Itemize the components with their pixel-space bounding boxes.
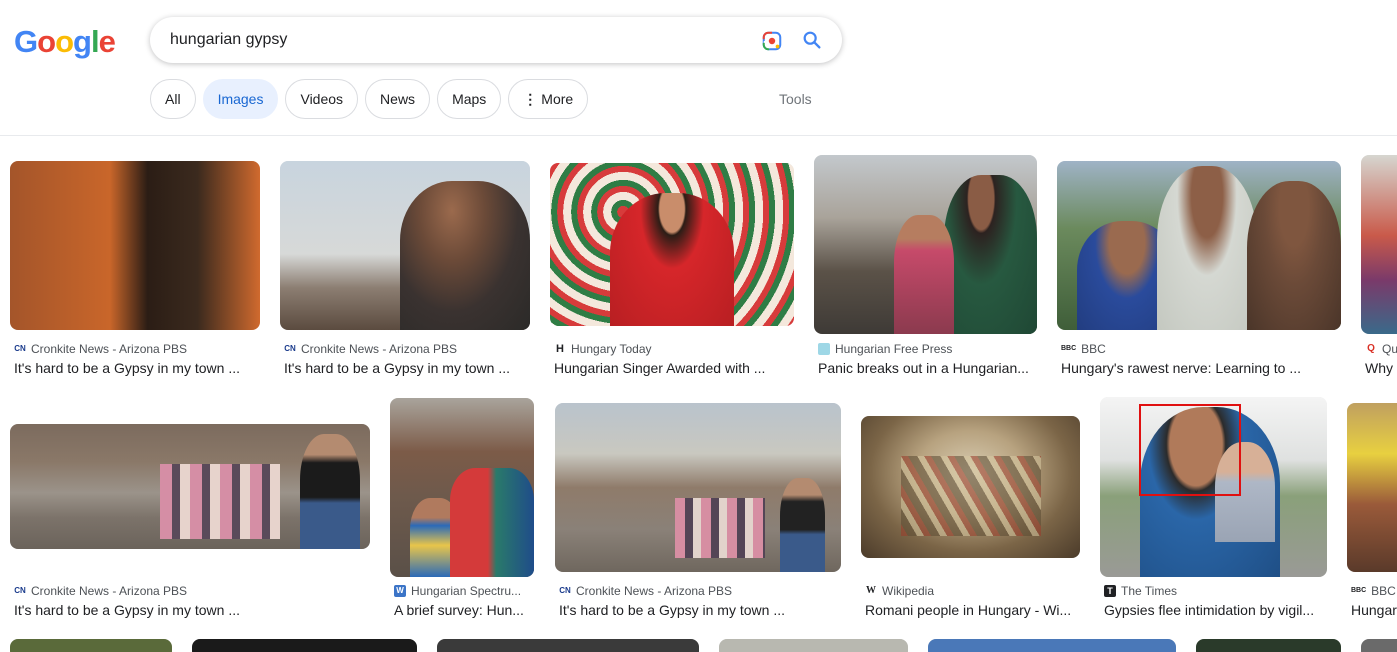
- result-source[interactable]: Hungarian Free Press: [818, 342, 1037, 356]
- tab-videos[interactable]: Videos: [285, 79, 359, 119]
- logo-letter: o: [37, 24, 56, 59]
- source-favicon-icon: BBC: [1351, 587, 1367, 594]
- source-favicon-icon: CN: [559, 586, 571, 595]
- source-favicon-icon: CN: [14, 344, 26, 353]
- google-lens-icon[interactable]: [761, 30, 783, 52]
- result-title[interactable]: It's hard to be a Gypsy in my town ...: [14, 360, 260, 376]
- image-result-thumbnail[interactable]: [814, 155, 1037, 334]
- search-tabs: All Images Videos News Maps ⋮ More: [150, 79, 589, 119]
- tab-label: All: [165, 91, 181, 107]
- tab-label: Images: [217, 91, 264, 107]
- tab-images[interactable]: Images: [202, 79, 279, 119]
- source-name: Qu: [1382, 342, 1397, 356]
- logo-letter: G: [14, 24, 38, 59]
- result-source[interactable]: CN Cronkite News - Arizona PBS: [559, 584, 841, 598]
- image-result-thumbnail[interactable]: [10, 161, 260, 330]
- source-name: Cronkite News - Arizona PBS: [576, 584, 733, 598]
- logo-letter: g: [73, 24, 92, 59]
- tab-label: Maps: [452, 91, 487, 107]
- result-source[interactable]: Q Qu: [1365, 342, 1397, 356]
- image-result-thumbnail[interactable]: [861, 416, 1080, 558]
- source-favicon-icon: Q: [1367, 343, 1375, 354]
- result-title[interactable]: Hungarian Singer Awarded with ...: [554, 360, 794, 376]
- result-title[interactable]: Hungar: [1351, 602, 1397, 618]
- image-result-thumbnail[interactable]: [928, 639, 1176, 652]
- result-source[interactable]: H Hungary Today: [554, 342, 794, 356]
- selection-highlight-box: [1139, 404, 1241, 496]
- result-source[interactable]: CN Cronkite News - Arizona PBS: [14, 584, 370, 598]
- logo-letter: l: [90, 24, 100, 59]
- source-favicon-icon: CN: [14, 586, 26, 595]
- source-name: Hungary Today: [571, 342, 652, 356]
- tab-more[interactable]: ⋮ More: [508, 79, 589, 119]
- result-title[interactable]: A brief survey: Hun...: [394, 602, 534, 618]
- source-name: Hungarian Spectru...: [411, 584, 522, 598]
- tab-label: News: [380, 91, 416, 107]
- result-source[interactable]: CN Cronkite News - Arizona PBS: [14, 342, 260, 356]
- result-source[interactable]: T The Times: [1104, 584, 1327, 598]
- source-favicon-icon: [818, 343, 830, 355]
- result-title[interactable]: It's hard to be a Gypsy in my town ...: [14, 602, 370, 618]
- source-name: BBC: [1081, 342, 1106, 356]
- source-favicon-icon: CN: [284, 344, 296, 353]
- image-result-thumbnail[interactable]: [192, 639, 417, 652]
- source-name: Cronkite News - Arizona PBS: [31, 342, 188, 356]
- result-title[interactable]: Hungary's rawest nerve: Learning to ...: [1061, 360, 1341, 376]
- logo-letter: o: [55, 24, 74, 59]
- image-result-thumbnail[interactable]: [1057, 161, 1341, 330]
- tab-maps[interactable]: Maps: [437, 79, 502, 119]
- source-name: Cronkite News - Arizona PBS: [301, 342, 458, 356]
- google-logo[interactable]: Google: [14, 24, 116, 60]
- search-box: [150, 17, 842, 63]
- image-result-thumbnail[interactable]: [550, 163, 794, 326]
- result-source[interactable]: W Hungarian Spectru...: [394, 584, 534, 598]
- image-result-thumbnail[interactable]: [719, 639, 908, 652]
- image-result-thumbnail[interactable]: [390, 398, 534, 577]
- image-result-thumbnail[interactable]: [437, 639, 699, 652]
- image-result-thumbnail[interactable]: [10, 639, 172, 652]
- result-source[interactable]: BBC BBC: [1061, 342, 1341, 356]
- image-result-thumbnail[interactable]: [1196, 639, 1341, 652]
- tab-all[interactable]: All: [150, 79, 196, 119]
- tab-label: Videos: [300, 91, 344, 107]
- source-favicon-icon: BBC: [1061, 345, 1077, 352]
- source-favicon-icon: T: [1104, 585, 1116, 597]
- image-result-thumbnail[interactable]: [1361, 639, 1397, 652]
- result-title[interactable]: Panic breaks out in a Hungarian...: [818, 360, 1037, 376]
- source-name: Cronkite News - Arizona PBS: [31, 584, 188, 598]
- result-title[interactable]: It's hard to be a Gypsy in my town ...: [284, 360, 530, 376]
- source-name: The Times: [1121, 584, 1178, 598]
- header-divider: [0, 135, 1397, 136]
- source-favicon-icon: H: [556, 343, 564, 355]
- result-source[interactable]: CN Cronkite News - Arizona PBS: [284, 342, 530, 356]
- source-name: Hungarian Free Press: [835, 342, 953, 356]
- image-result-thumbnail[interactable]: [1361, 155, 1397, 334]
- more-vert-icon: ⋮: [523, 90, 538, 107]
- logo-letter: e: [98, 24, 116, 59]
- image-result-thumbnail[interactable]: [280, 161, 530, 330]
- result-title[interactable]: It's hard to be a Gypsy in my town ...: [559, 602, 841, 618]
- result-title[interactable]: Romani people in Hungary - Wi...: [865, 602, 1080, 618]
- tab-news[interactable]: News: [365, 79, 431, 119]
- result-title[interactable]: Gypsies flee intimidation by vigil...: [1104, 602, 1327, 618]
- source-name: BBC: [1371, 584, 1396, 598]
- image-result-thumbnail[interactable]: [555, 403, 841, 572]
- image-result-thumbnail[interactable]: [10, 424, 370, 549]
- source-favicon-icon: W: [866, 585, 876, 596]
- result-title[interactable]: Why c: [1365, 360, 1397, 376]
- source-name: Wikipedia: [882, 584, 935, 598]
- source-favicon-icon: W: [394, 585, 406, 597]
- tab-label: More: [541, 91, 574, 107]
- search-input[interactable]: [170, 28, 730, 52]
- search-icon[interactable]: [801, 29, 823, 51]
- result-source[interactable]: W Wikipedia: [865, 584, 1080, 598]
- image-result-thumbnail[interactable]: [1347, 403, 1397, 572]
- tools-button[interactable]: Tools: [779, 91, 812, 107]
- result-source[interactable]: BBC BBC: [1351, 584, 1397, 598]
